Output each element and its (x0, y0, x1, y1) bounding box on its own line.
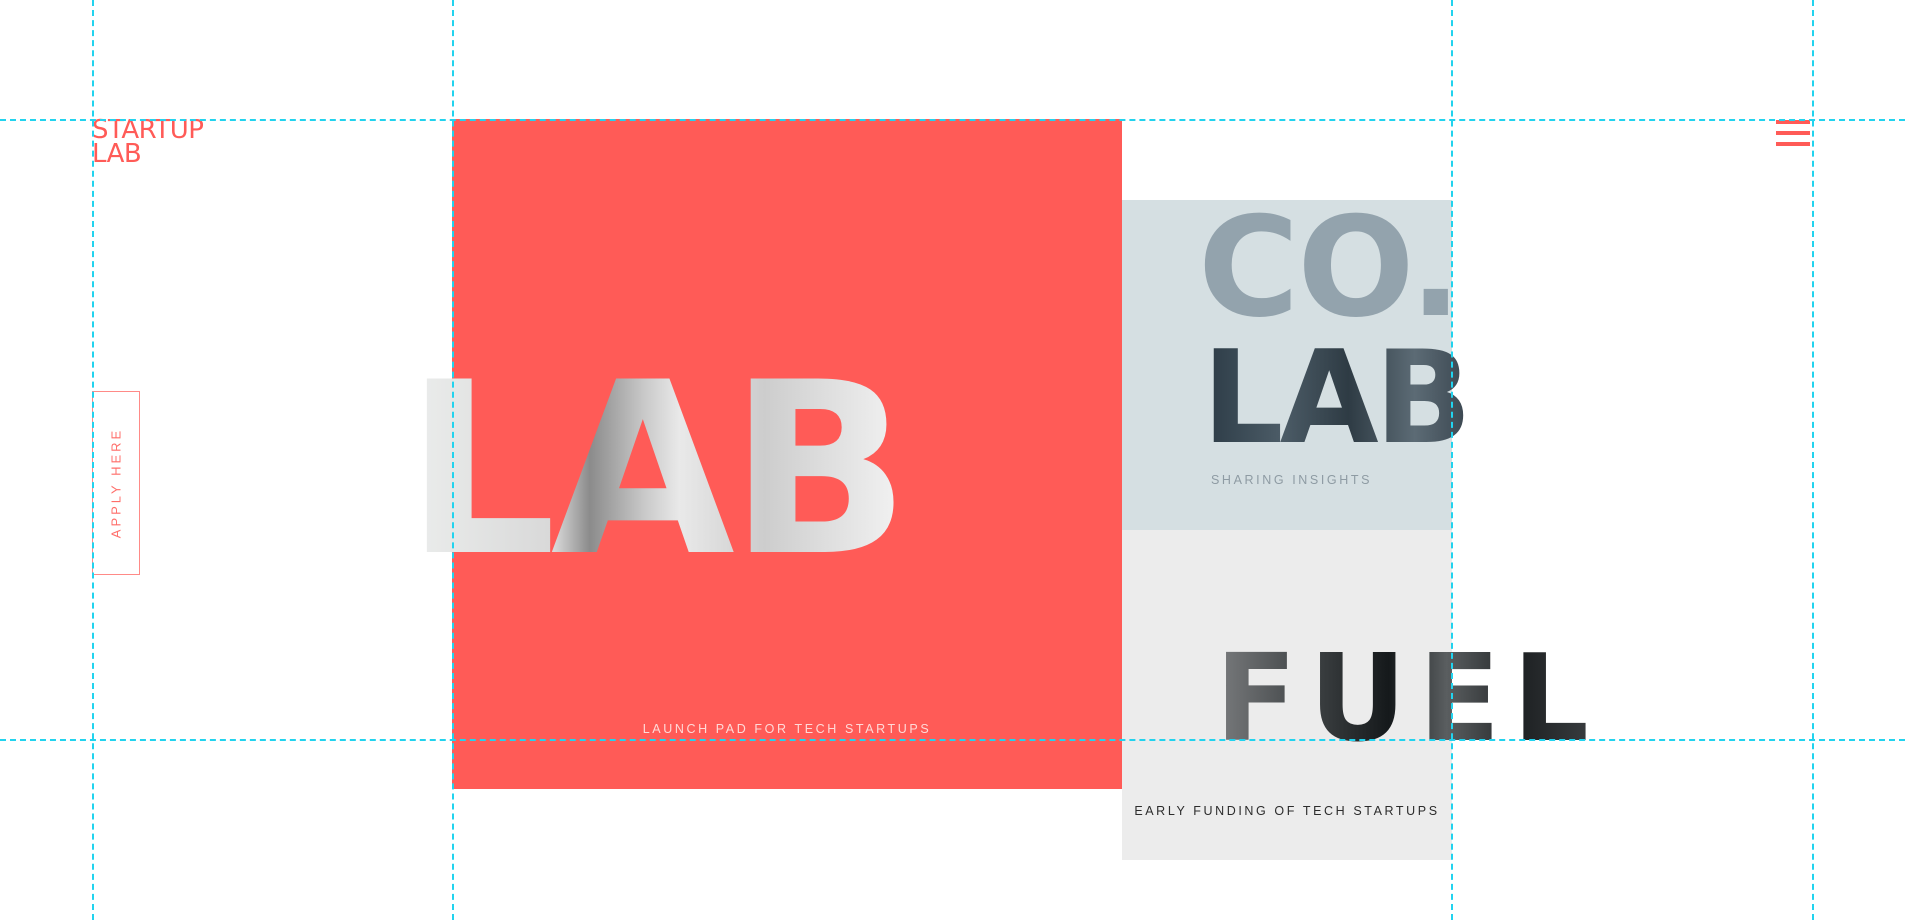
layout-guide-vertical (1812, 0, 1814, 920)
fuel-panel-caption: EARLY FUNDING OF TECH STARTUPS (1134, 804, 1440, 818)
apply-here-button[interactable]: APPLY HERE (92, 391, 140, 575)
layout-guide-vertical (452, 0, 454, 920)
apply-here-label: APPLY HERE (108, 427, 124, 539)
fuel-panel-title: FUEL (1215, 630, 1601, 769)
layout-guide-vertical (1451, 0, 1453, 920)
layout-guide-horizontal (0, 119, 1905, 121)
logo-line-2: LAB (92, 139, 142, 169)
colab-title-line-1: CO. (1198, 187, 1462, 348)
lab-panel-caption: LAUNCH PAD FOR TECH STARTUPS (642, 722, 932, 736)
lab-panel-title: LAB (405, 332, 910, 609)
layout-guide-horizontal (0, 739, 1905, 741)
hamburger-menu-icon[interactable] (1776, 120, 1812, 152)
colab-title-line-2: LAB (1202, 324, 1472, 473)
menu-bar (1776, 131, 1810, 135)
layout-guide-vertical (92, 0, 94, 920)
colab-panel-caption: SHARING INSIGHTS (1211, 473, 1373, 487)
startup-lab-logo[interactable]: STARTUP LAB (92, 117, 204, 169)
menu-bar (1776, 142, 1810, 146)
